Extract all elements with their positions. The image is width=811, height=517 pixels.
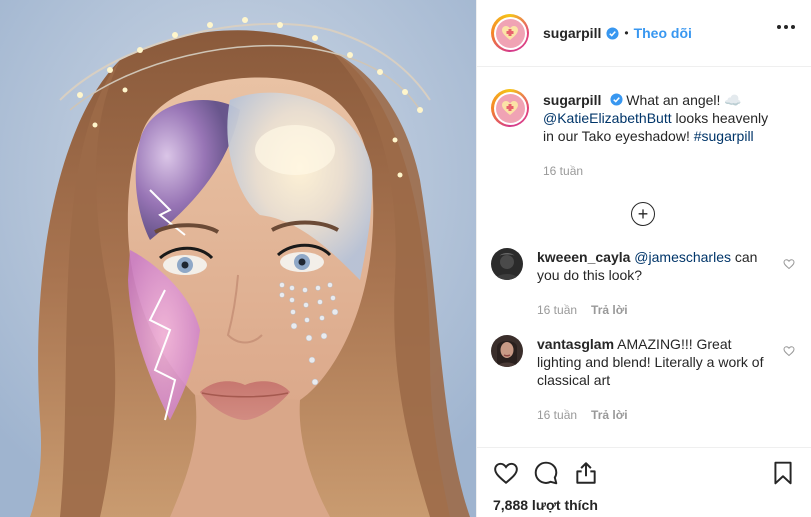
caption-mention[interactable]: @KatieElizabethButt bbox=[543, 110, 672, 126]
share-upload-icon[interactable] bbox=[573, 460, 599, 486]
comment-row: kweeen_cayla @jamescharles can you do th… bbox=[491, 248, 795, 319]
comment-username[interactable]: kweeen_cayla bbox=[537, 249, 630, 265]
comment-like-heart-icon[interactable] bbox=[783, 345, 795, 357]
commenter-avatar[interactable] bbox=[491, 248, 523, 280]
post-actions-bar: 7,888 lượt thích bbox=[477, 447, 811, 517]
user-photo-icon bbox=[491, 248, 523, 280]
author-avatar[interactable] bbox=[491, 14, 529, 52]
caption-username[interactable]: sugarpill bbox=[543, 92, 601, 108]
post-image bbox=[0, 0, 476, 517]
caption-author-avatar[interactable] bbox=[491, 89, 529, 127]
caption-meta: 16 tuần bbox=[543, 162, 775, 180]
caption-text: sugarpill What an angel! ☁️ @KatieElizab… bbox=[543, 91, 775, 180]
post-photo[interactable] bbox=[0, 0, 476, 517]
post-header: sugarpill • Theo dõi bbox=[477, 0, 811, 67]
post-side-panel: sugarpill • Theo dõi sugarpill What an a… bbox=[476, 0, 811, 517]
comment-meta: 16 tuần Trả lời bbox=[537, 301, 769, 319]
comment-row: vantasglam AMAZING!!! Great lighting and… bbox=[491, 335, 795, 424]
comment-time[interactable]: 16 tuần bbox=[537, 408, 577, 422]
heart-logo-icon bbox=[502, 101, 518, 115]
caption-time[interactable]: 16 tuần bbox=[543, 164, 583, 178]
comment-time[interactable]: 16 tuần bbox=[537, 303, 577, 317]
like-count[interactable]: 7,888 lượt thích bbox=[493, 497, 796, 513]
comment-text: kweeen_cayla @jamescharles can you do th… bbox=[537, 248, 769, 319]
comment-text: vantasglam AMAZING!!! Great lighting and… bbox=[537, 335, 769, 424]
caption-hashtag[interactable]: #sugarpill bbox=[694, 128, 754, 144]
follow-button[interactable]: Theo dõi bbox=[634, 25, 692, 41]
heart-logo-icon bbox=[502, 26, 518, 40]
comment-bubble-icon[interactable] bbox=[533, 460, 559, 486]
load-more-comments-button[interactable]: + bbox=[631, 202, 655, 226]
comments-section: sugarpill What an angel! ☁️ @KatieElizab… bbox=[477, 67, 811, 452]
heart-icon[interactable] bbox=[493, 460, 519, 486]
bookmark-icon[interactable] bbox=[770, 460, 796, 486]
user-photo-icon bbox=[491, 335, 523, 367]
caption-intro: What an angel! ☁️ bbox=[626, 92, 742, 108]
reply-button[interactable]: Trả lời bbox=[591, 303, 628, 317]
action-icons bbox=[493, 460, 796, 486]
load-more-comments: + bbox=[491, 202, 795, 226]
caption-row: sugarpill What an angel! ☁️ @KatieElizab… bbox=[491, 89, 795, 180]
reply-button[interactable]: Trả lời bbox=[591, 408, 628, 422]
author-username[interactable]: sugarpill bbox=[543, 25, 601, 41]
comment-mention[interactable]: @jamescharles bbox=[634, 249, 731, 265]
verified-badge-icon bbox=[606, 26, 619, 40]
separator-dot: • bbox=[624, 26, 629, 40]
commenter-avatar[interactable] bbox=[491, 335, 523, 367]
more-options-icon[interactable] bbox=[777, 25, 795, 29]
comment-username[interactable]: vantasglam bbox=[537, 336, 614, 352]
verified-badge-icon bbox=[610, 93, 623, 106]
plus-icon: + bbox=[637, 204, 649, 224]
comment-like-heart-icon[interactable] bbox=[783, 258, 795, 270]
comment-meta: 16 tuần Trả lời bbox=[537, 406, 769, 424]
